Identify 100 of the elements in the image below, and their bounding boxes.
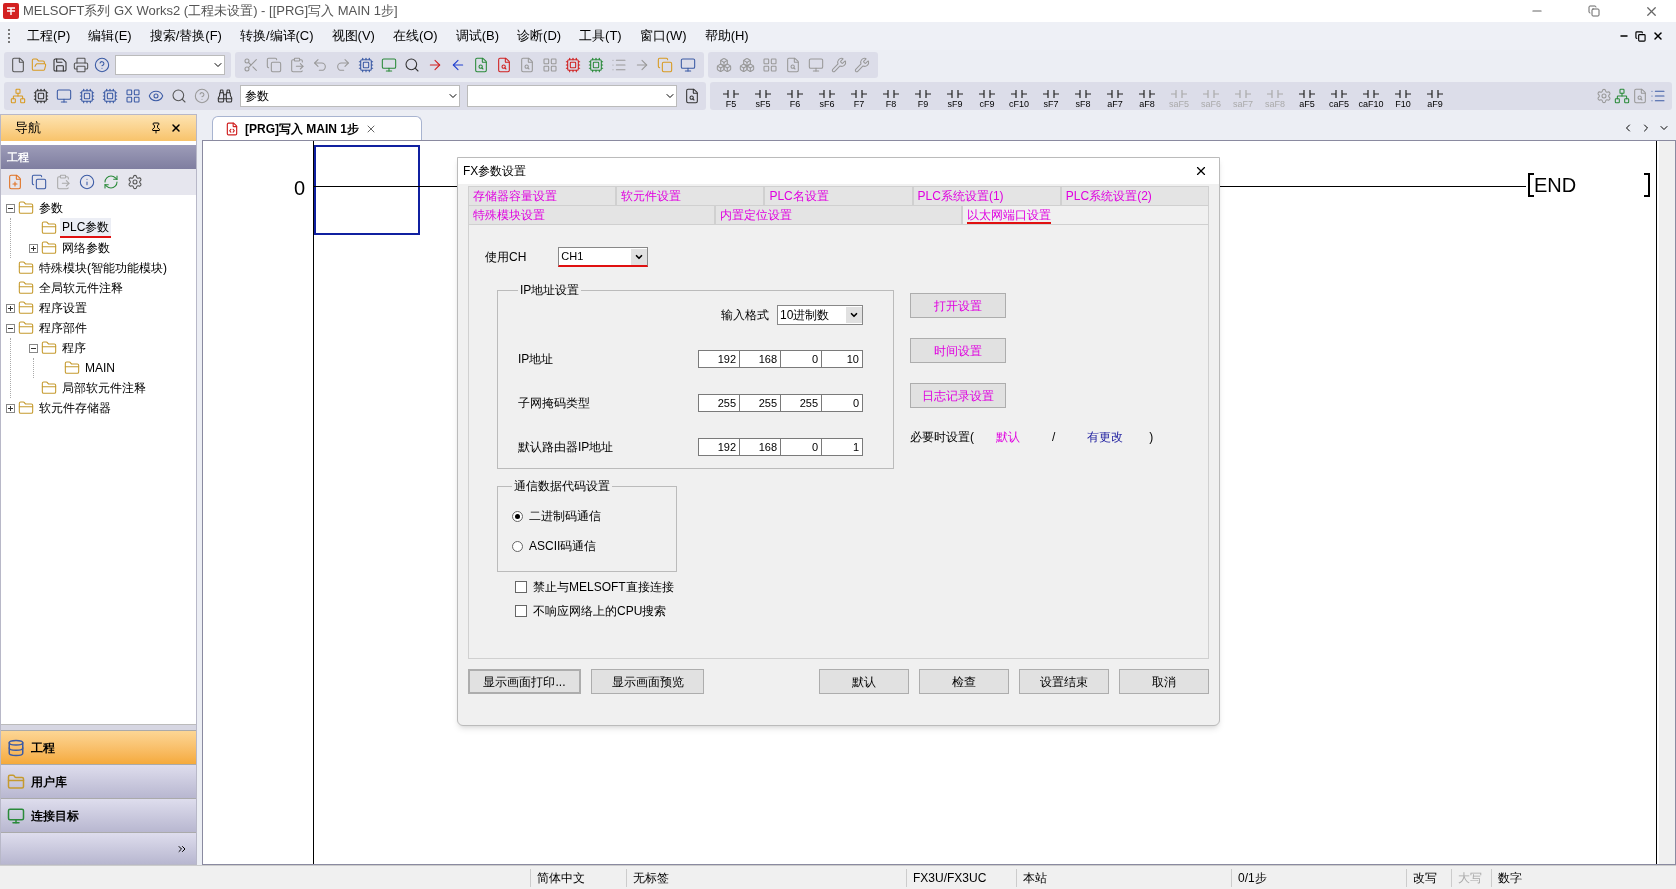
- dialog-button[interactable]: 显示画面预览: [591, 669, 704, 694]
- copy-icon[interactable]: [31, 174, 47, 190]
- ladder-symbol-button[interactable]: F8: [876, 83, 906, 109]
- ladder-symbol-button[interactable]: sF6: [812, 83, 842, 109]
- search-combo[interactable]: 参数: [240, 85, 460, 107]
- blocks-icon[interactable]: [739, 57, 755, 73]
- menu-item[interactable]: 调试(B): [446, 26, 509, 46]
- gear-icon[interactable]: [127, 174, 143, 190]
- ladder-symbol-button[interactable]: sF5: [748, 83, 778, 109]
- radio-button[interactable]: [512, 540, 523, 552]
- menu-item[interactable]: 工具(T): [570, 26, 631, 46]
- eye-icon[interactable]: [148, 88, 164, 104]
- format-dropdown[interactable]: 10进制数: [777, 305, 863, 325]
- refresh-icon[interactable]: [103, 174, 119, 190]
- octet-field[interactable]: 0: [780, 438, 822, 456]
- checkbox[interactable]: [515, 581, 527, 593]
- ladder-symbol-button[interactable]: sF7: [1036, 83, 1066, 109]
- help-icon[interactable]: [194, 88, 210, 104]
- octet-field[interactable]: 192: [698, 438, 740, 456]
- file-search-icon[interactable]: [496, 57, 512, 73]
- chip-icon[interactable]: [102, 88, 118, 104]
- tree-item[interactable]: MAIN: [83, 359, 117, 377]
- close-icon[interactable]: [1652, 30, 1664, 42]
- tree-item[interactable]: 特殊模块(智能功能模块): [37, 259, 169, 277]
- monitor-icon[interactable]: [680, 57, 696, 73]
- octet-field[interactable]: 168: [739, 350, 781, 368]
- octet-field[interactable]: 1: [821, 438, 863, 456]
- search-icon[interactable]: [171, 88, 187, 104]
- dialog-tab[interactable]: 以太网端口设置: [962, 205, 1209, 224]
- octet-field[interactable]: 255: [739, 394, 781, 412]
- grid-icon[interactable]: [125, 88, 141, 104]
- chip-icon[interactable]: [358, 57, 374, 73]
- menu-item[interactable]: 在线(O): [383, 26, 447, 46]
- close-icon[interactable]: [170, 122, 182, 134]
- channel-dropdown[interactable]: CH1: [558, 247, 649, 267]
- ladder-symbol-button[interactable]: caF5: [1324, 83, 1354, 109]
- blocks-icon[interactable]: [716, 57, 732, 73]
- tree-item[interactable]: 程序设置: [37, 299, 89, 317]
- navigation-tab[interactable]: 连接目标: [1, 798, 196, 832]
- pin-icon[interactable]: [150, 122, 162, 134]
- ladder-symbol-button[interactable]: F5: [716, 83, 746, 109]
- checkbox[interactable]: [515, 605, 527, 617]
- new-file-icon[interactable]: [7, 174, 23, 190]
- file-search-icon[interactable]: [684, 88, 700, 104]
- menu-item[interactable]: 诊断(D): [508, 26, 571, 46]
- ladder-symbol-button[interactable]: aF7: [1100, 83, 1130, 109]
- menu-item[interactable]: 搜索/替换(F): [140, 26, 231, 46]
- ladder-symbol-button[interactable]: aF8: [1132, 83, 1162, 109]
- printer-icon[interactable]: [73, 57, 89, 73]
- tree-item[interactable]: PLC参数: [60, 218, 112, 238]
- ladder-symbol-button[interactable]: aF9: [1420, 83, 1450, 109]
- grid-icon[interactable]: [762, 57, 778, 73]
- grid-icon[interactable]: [542, 57, 558, 73]
- expand-toggle[interactable]: [6, 403, 15, 413]
- ladder-symbol-button[interactable]: cF10: [1004, 83, 1034, 109]
- dialog-button[interactable]: 默认: [819, 669, 909, 694]
- radio-button[interactable]: [512, 510, 523, 522]
- wrench-icon[interactable]: [831, 57, 847, 73]
- octet-field[interactable]: 255: [698, 394, 740, 412]
- tree-item[interactable]: 程序部件: [37, 319, 89, 337]
- arrow-left-icon[interactable]: [450, 57, 466, 73]
- collapse-toggle[interactable]: [6, 323, 15, 333]
- tree-item[interactable]: 局部软元件注释: [60, 379, 148, 397]
- tree-item[interactable]: 软元件存储器: [37, 399, 113, 417]
- network-icon[interactable]: [1614, 88, 1630, 104]
- tree-item[interactable]: 程序: [60, 339, 88, 357]
- dialog-button[interactable]: 显示画面打印...: [468, 669, 581, 694]
- paste-icon[interactable]: [289, 57, 305, 73]
- ladder-symbol-button[interactable]: sF8: [1068, 83, 1098, 109]
- ladder-symbol-button[interactable]: F7: [844, 83, 874, 109]
- octet-field[interactable]: 10: [821, 350, 863, 368]
- help-icon[interactable]: [94, 57, 110, 73]
- octet-field[interactable]: 0: [821, 394, 863, 412]
- tree-item[interactable]: 全局软元件注释: [37, 279, 125, 297]
- ladder-symbol-button[interactable]: aF5: [1292, 83, 1322, 109]
- octet-field[interactable]: 192: [698, 350, 740, 368]
- tree-item[interactable]: 参数: [37, 199, 65, 217]
- new-file-icon[interactable]: [10, 57, 26, 73]
- ladder-symbol-button[interactable]: F10: [1388, 83, 1418, 109]
- monitor-icon[interactable]: [381, 57, 397, 73]
- save-icon[interactable]: [52, 57, 68, 73]
- ladder-symbol-button[interactable]: caF10: [1356, 83, 1386, 109]
- chip-icon[interactable]: [565, 57, 581, 73]
- ladder-symbol-button[interactable]: sF9: [940, 83, 970, 109]
- search-icon[interactable]: [404, 57, 420, 73]
- cut-icon[interactable]: [243, 57, 259, 73]
- wrench-icon[interactable]: [854, 57, 870, 73]
- expand-toggle[interactable]: [29, 243, 38, 253]
- tree-item[interactable]: 网络参数: [60, 239, 112, 257]
- scrollbar[interactable]: [1659, 141, 1675, 864]
- octet-field[interactable]: 255: [780, 394, 822, 412]
- menu-item[interactable]: 编辑(E): [79, 26, 141, 46]
- octet-field[interactable]: 0: [780, 350, 822, 368]
- ladder-symbol-button[interactable]: F9: [908, 83, 938, 109]
- dialog-button[interactable]: 设置结束: [1019, 669, 1109, 694]
- editor-tab[interactable]: [PRG]写入 MAIN 1步: [212, 116, 422, 140]
- menu-item[interactable]: 视图(V): [322, 26, 384, 46]
- menu-item[interactable]: 工程(P): [18, 26, 80, 46]
- arrow-right-icon[interactable]: [427, 57, 443, 73]
- dialog-button[interactable]: 检查: [919, 669, 1009, 694]
